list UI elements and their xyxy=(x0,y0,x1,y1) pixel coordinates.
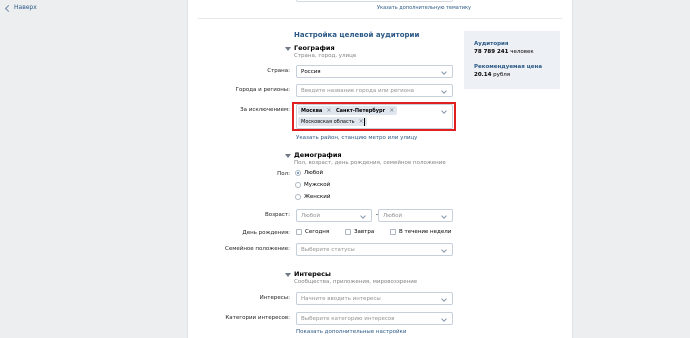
country-value: Россия xyxy=(301,68,321,75)
chevron-down-icon xyxy=(441,88,447,94)
bday-week-checkbox[interactable]: В течение недели xyxy=(390,229,451,235)
sex-option[interactable]: Любой xyxy=(295,170,323,176)
age-to-value: Любой xyxy=(383,212,403,219)
chevron-down-icon xyxy=(360,213,366,219)
checkbox-label: В течение недели xyxy=(399,229,452,235)
radio-icon xyxy=(295,194,301,200)
previous-field[interactable] xyxy=(296,0,453,2)
except-label: За исключением: xyxy=(240,107,290,113)
interests-input[interactable]: Начните вводить интересы xyxy=(296,292,453,305)
interests-subtitle: Сообщества, приложения, мировоззрение xyxy=(294,279,418,285)
tag-label: Москва xyxy=(301,107,323,114)
scroll-up-link[interactable]: Наверх xyxy=(4,4,37,12)
price-unit: рубля xyxy=(493,72,511,78)
age-to-select[interactable]: Любой xyxy=(378,209,453,222)
interests-placeholder: Начните вводить интересы xyxy=(301,295,381,302)
sex-label: Пол: xyxy=(277,171,290,177)
collapse-interests-icon[interactable] xyxy=(285,273,291,277)
checkbox-icon xyxy=(390,229,396,235)
demo-title: Демография xyxy=(294,151,342,159)
demo-subtitle: Пол, возраст, день рождения, семейное по… xyxy=(294,160,446,166)
chevron-down-icon xyxy=(441,108,447,114)
categories-select[interactable]: Выберите категорию интересов xyxy=(296,312,453,325)
chevron-down-icon xyxy=(441,247,447,253)
checkbox-label: Сегодня xyxy=(305,229,330,235)
chevron-down-icon xyxy=(441,69,447,75)
checkbox-icon xyxy=(345,229,351,235)
except-tag: Москва × xyxy=(298,106,335,115)
categories-label: Категории интересов: xyxy=(225,315,290,321)
categories-placeholder: Выберите категорию интересов xyxy=(301,315,395,322)
age-label: Возраст: xyxy=(264,212,290,218)
radio-icon xyxy=(295,182,301,188)
audience-unit: человек xyxy=(510,49,534,55)
chevron-down-icon xyxy=(441,213,447,219)
audience-value: 78 789 241 xyxy=(474,49,509,55)
radio-label: Любой xyxy=(304,170,324,176)
divider xyxy=(198,18,562,19)
family-label: Семейное положение: xyxy=(224,246,290,252)
checkbox-icon xyxy=(296,229,302,235)
audience-heading: Настройка целевой аудитории xyxy=(294,31,420,39)
sex-option[interactable]: Женский xyxy=(295,194,330,200)
chevron-up-icon xyxy=(4,4,13,12)
sex-option[interactable]: Мужской xyxy=(295,182,330,188)
bday-tomorrow-checkbox[interactable]: Завтра xyxy=(345,229,374,235)
collapse-geo-icon[interactable] xyxy=(285,47,291,51)
audience-summary: Аудитория 78 789 241 человек Рекомендуем… xyxy=(464,31,560,89)
country-label: Страна: xyxy=(267,68,290,74)
country-select[interactable]: Россия xyxy=(296,65,453,78)
price-title: Рекомендуемая цена xyxy=(474,64,543,70)
bday-today-checkbox[interactable]: Сегодня xyxy=(296,229,329,235)
remove-tag-icon[interactable]: × xyxy=(326,107,331,114)
checkbox-label: Завтра xyxy=(354,229,375,235)
chevron-down-icon xyxy=(441,316,447,322)
text-cursor xyxy=(364,118,365,126)
interests-label: Интересы: xyxy=(259,295,290,301)
geo-subtitle: Страна, город, улице xyxy=(294,53,357,59)
family-placeholder: Выберите статусы xyxy=(301,246,355,253)
audience-count: 78 789 241 человек xyxy=(474,49,534,55)
cities-input[interactable]: Введите название города или региона xyxy=(296,84,453,97)
radio-label: Мужской xyxy=(304,182,331,188)
remove-tag-icon[interactable]: × xyxy=(359,118,364,125)
tag-label: Санкт-Петербург xyxy=(336,107,386,114)
audience-title: Аудитория xyxy=(474,41,509,47)
geo-title: География xyxy=(294,44,335,52)
scroll-up-label: Наверх xyxy=(14,4,37,11)
tag-label: Московская область xyxy=(301,118,355,125)
age-from-select[interactable]: Любой xyxy=(296,209,372,222)
except-tag: Санкт-Петербург × xyxy=(333,106,398,115)
remove-tag-icon[interactable]: × xyxy=(389,107,394,114)
add-district-link[interactable]: Указать район, станцию метро или улицу xyxy=(296,135,417,141)
add-topic-link[interactable]: Указать дополнительную тематику xyxy=(377,5,471,11)
interests-title: Интересы xyxy=(294,270,331,278)
radio-label: Женский xyxy=(304,194,331,200)
chevron-down-icon xyxy=(441,296,447,302)
except-tag: Московская область × xyxy=(298,117,367,126)
cities-label: Города и регионы: xyxy=(235,87,290,93)
cities-placeholder: Введите название города или региона xyxy=(301,87,415,94)
price-value: 20.14 xyxy=(474,72,492,78)
collapse-demo-icon[interactable] xyxy=(285,154,291,158)
radio-checked-icon xyxy=(295,170,301,176)
more-settings-link[interactable]: Показать дополнительные настройки xyxy=(296,329,406,335)
family-select[interactable]: Выберите статусы xyxy=(296,243,453,256)
bday-label: День рождения: xyxy=(242,230,290,236)
price: 20.14 рубля xyxy=(474,72,510,78)
age-from-value: Любой xyxy=(301,212,321,219)
